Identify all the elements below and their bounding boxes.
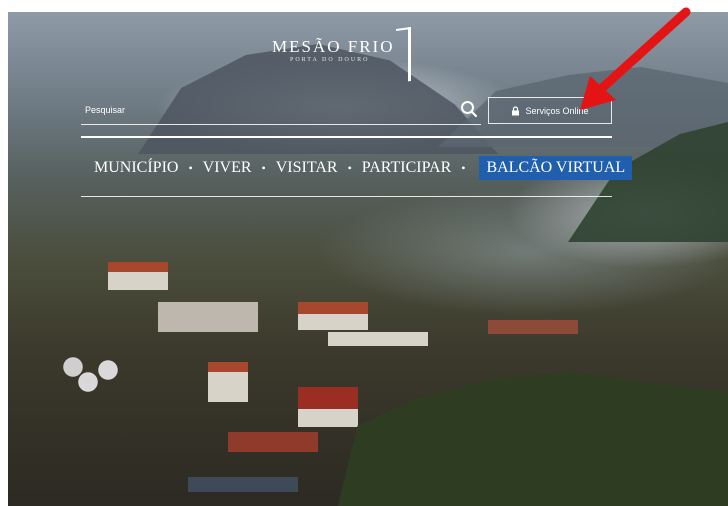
building-shape bbox=[298, 409, 358, 427]
nav-separator: • bbox=[461, 160, 466, 175]
divider bbox=[81, 196, 612, 197]
roof-shape bbox=[228, 432, 318, 452]
building-shape bbox=[298, 314, 368, 330]
search-button[interactable] bbox=[459, 100, 479, 120]
divider bbox=[81, 136, 612, 138]
nav-visitar[interactable]: VISITAR bbox=[276, 159, 338, 177]
search-icon bbox=[461, 101, 478, 118]
site-subtitle: PORTA DO DOURO bbox=[290, 57, 370, 63]
nav-balcao-virtual[interactable]: BALCÃO VIRTUAL bbox=[479, 156, 633, 180]
building-shape bbox=[108, 272, 168, 290]
building-shape bbox=[208, 372, 248, 402]
building-shape bbox=[158, 302, 258, 332]
roof-shape bbox=[488, 320, 578, 334]
site-logo[interactable]: MESÃO FRIO PORTA DO DOURO bbox=[264, 26, 424, 84]
nav-separator: • bbox=[188, 160, 193, 175]
building-shape bbox=[188, 477, 298, 492]
roof-shape bbox=[298, 387, 358, 409]
lock-icon bbox=[512, 105, 520, 115]
main-nav: MUNICÍPIO • VIVER • VISITAR • PARTICIPAR… bbox=[94, 155, 633, 181]
nav-separator: • bbox=[347, 160, 352, 175]
nav-separator: • bbox=[261, 160, 266, 175]
search-input[interactable] bbox=[81, 98, 449, 122]
roof-shape bbox=[298, 302, 368, 314]
nav-participar[interactable]: PARTICIPAR bbox=[362, 159, 451, 177]
search-bar bbox=[81, 98, 481, 125]
nav-viver[interactable]: VIVER bbox=[203, 159, 252, 177]
logo-mark-icon bbox=[396, 26, 411, 84]
building-shape bbox=[328, 332, 428, 346]
roof-shape bbox=[108, 262, 168, 272]
nav-municipio[interactable]: MUNICÍPIO bbox=[94, 159, 178, 177]
annotation-arrow-icon bbox=[580, 7, 691, 110]
roof-shape bbox=[208, 362, 248, 372]
site-title: MESÃO FRIO bbox=[272, 37, 395, 56]
